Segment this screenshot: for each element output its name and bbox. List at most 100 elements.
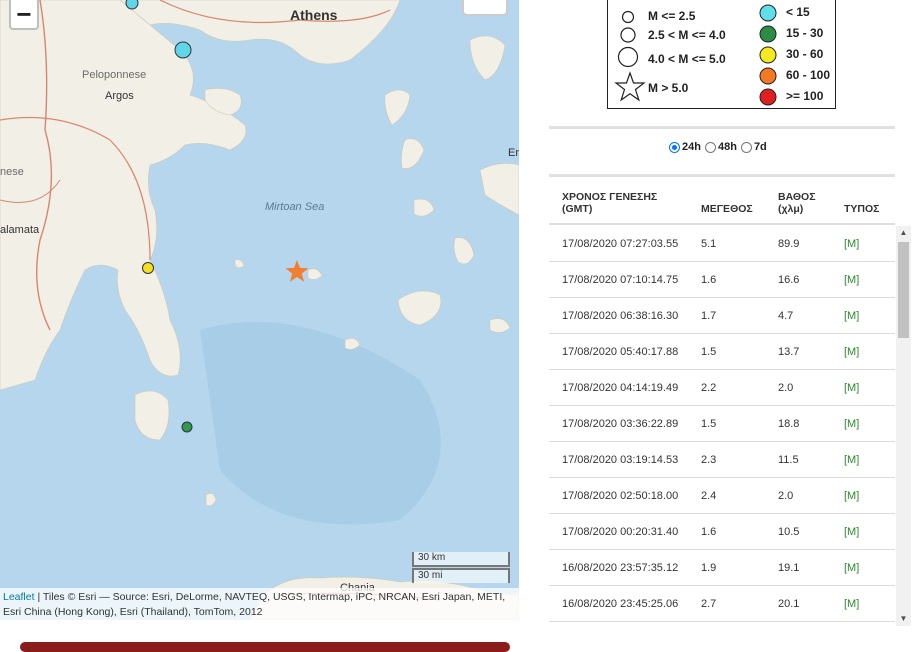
legend-depth-3-icon: [759, 46, 777, 64]
map-tiles: [0, 0, 519, 620]
cell-depth: 19.1: [778, 562, 800, 574]
cell-depth: 4.7: [778, 310, 794, 322]
table-row[interactable]: 16/08/2020 23:45:25.06 2.7 20.1 [M]: [549, 586, 895, 622]
cell-magnitude: 1.6: [701, 274, 717, 286]
scroll-thumb[interactable]: [898, 242, 909, 338]
legend-depth-2: 15 - 30: [786, 26, 824, 40]
table-header: ΧΡΟΝΟΣ ΓΕΝΕΣΗΣ (GMT) ΜΕΓΕΘΟΣ ΒΑΘΟΣ (χλμ) Τ…: [549, 177, 895, 225]
table-row[interactable]: 17/08/2020 07:27:03.55 5.1 89.9 [M]: [549, 226, 895, 262]
earthquake-map[interactable]: Athens Peloponnese Argos Mirtoan Sea ala…: [0, 0, 519, 620]
cell-type[interactable]: [M]: [844, 310, 859, 322]
cell-magnitude: 1.9: [701, 562, 717, 574]
cell-type[interactable]: [M]: [844, 454, 859, 466]
cell-time: 17/08/2020 07:10:14.75: [562, 274, 679, 286]
cell-time: 17/08/2020 03:36:22.89: [562, 418, 679, 430]
legend-mag-3: 4.0 < M <= 5.0: [648, 52, 726, 66]
legend-depth-5: >= 100: [786, 89, 824, 103]
header-type: ΤΥΠΟΣ: [844, 203, 880, 215]
header-time: ΧΡΟΝΟΣ ΓΕΝΕΣΗΣ (GMT): [562, 191, 658, 215]
legend-mag-medium-icon: [620, 27, 636, 43]
cell-magnitude: 1.5: [701, 418, 717, 430]
header-magnitude: ΜΕΓΕΘΟΣ: [701, 203, 753, 215]
cell-time: 17/08/2020 02:50:18.00: [562, 490, 679, 502]
table-row[interactable]: 17/08/2020 05:40:17.88 1.5 13.7 [M]: [549, 334, 895, 370]
legend-mag-star-icon: [614, 71, 646, 102]
scroll-up-icon[interactable]: ▲: [896, 226, 911, 240]
legend-depth-2-icon: [759, 25, 777, 43]
label-argos: Argos: [105, 90, 134, 102]
cell-time: 17/08/2020 03:19:14.53: [562, 454, 679, 466]
cell-magnitude: 1.5: [701, 346, 717, 358]
cell-type[interactable]: [M]: [844, 238, 859, 250]
table-row[interactable]: 17/08/2020 03:36:22.89 1.5 18.8 [M]: [549, 406, 895, 442]
header-depth: ΒΑΘΟΣ (χλμ): [778, 191, 816, 215]
radio-7d-label[interactable]: 7d: [754, 141, 767, 153]
map-attribution: Leaflet | Tiles © Esri — Source: Esri, D…: [0, 588, 519, 620]
cell-depth: 2.0: [778, 382, 794, 394]
legend: M <= 2.5 2.5 < M <= 4.0 4.0 < M <= 5.0 M…: [607, 0, 836, 109]
label-er: Er: [508, 147, 519, 159]
legend-depth-1-icon: [759, 4, 777, 22]
legend-mag-large-icon: [617, 46, 639, 68]
legend-depth-4: 60 - 100: [786, 68, 831, 82]
cell-depth: 16.6: [778, 274, 800, 286]
cell-time: 17/08/2020 05:40:17.88: [562, 346, 679, 358]
cell-type[interactable]: [M]: [844, 382, 859, 394]
zoom-out-button[interactable]: −: [9, 0, 39, 30]
earthquake-table[interactable]: 17/08/2020 07:27:03.55 5.1 89.9 [M] 17/08/20…: [549, 226, 895, 626]
cell-magnitude: 5.1: [701, 238, 717, 250]
layers-control-button[interactable]: [462, 0, 508, 16]
radio-24h[interactable]: [669, 141, 680, 153]
legend-depth-1: < 15: [786, 5, 810, 19]
cell-time: 17/08/2020 00:20:31.40: [562, 526, 679, 538]
divider-top: [549, 126, 895, 129]
table-row[interactable]: 17/08/2020 03:19:14.53 2.3 11.5 [M]: [549, 442, 895, 478]
cell-magnitude: 2.3: [701, 454, 717, 466]
cell-depth: 2.0: [778, 490, 794, 502]
cell-type[interactable]: [M]: [844, 598, 859, 610]
cell-depth: 20.1: [778, 598, 800, 610]
cell-magnitude: 2.4: [701, 490, 717, 502]
cell-depth: 18.8: [778, 418, 800, 430]
table-row[interactable]: 17/08/2020 00:20:31.40 1.6 10.5 [M]: [549, 514, 895, 550]
label-region-nese: nese: [0, 166, 24, 178]
cell-type[interactable]: [M]: [844, 274, 859, 286]
cell-depth: 89.9: [778, 238, 800, 250]
label-peloponnese: Peloponnese: [82, 69, 147, 81]
cell-magnitude: 2.2: [701, 382, 717, 394]
scale-bar-km: 30 km: [412, 552, 510, 567]
legend-depth-3: 30 - 60: [786, 47, 824, 61]
table-row[interactable]: 17/08/2020 02:50:18.00 2.4 2.0 [M]: [549, 478, 895, 514]
time-filter: 24h 48h 7d: [669, 141, 771, 153]
cell-depth: 10.5: [778, 526, 800, 538]
legend-mag-small-icon: [621, 10, 635, 24]
radio-48h-label[interactable]: 48h: [718, 141, 737, 153]
label-mirtoan-sea: Mirtoan Sea: [265, 201, 325, 213]
legend-mag-4: M > 5.0: [648, 81, 689, 95]
bottom-banner: [20, 642, 510, 652]
scroll-down-icon[interactable]: ▼: [896, 612, 911, 626]
cell-type[interactable]: [M]: [844, 562, 859, 574]
table-row[interactable]: 17/08/2020 06:38:16.30 1.7 4.7 [M]: [549, 298, 895, 334]
label-athens: Athens: [290, 7, 338, 23]
legend-mag-1: M <= 2.5: [648, 9, 696, 23]
radio-7d[interactable]: [740, 141, 752, 153]
cell-time: 16/08/2020 23:57:35.12: [562, 562, 679, 574]
cell-time: 16/08/2020 23:45:25.06: [562, 598, 679, 610]
legend-mag-2: 2.5 < M <= 4.0: [648, 28, 726, 42]
table-row[interactable]: 17/08/2020 04:14:19.49 2.2 2.0 [M]: [549, 370, 895, 406]
radio-24h-label[interactable]: 24h: [682, 141, 701, 153]
cell-type[interactable]: [M]: [844, 490, 859, 502]
radio-48h[interactable]: [704, 141, 716, 153]
legend-depth-5-icon: [759, 88, 777, 106]
cell-magnitude: 2.7: [701, 598, 717, 610]
label-kalamata: alamata: [0, 224, 40, 236]
leaflet-link[interactable]: Leaflet: [3, 591, 35, 603]
cell-time: 17/08/2020 07:27:03.55: [562, 238, 679, 250]
cell-type[interactable]: [M]: [844, 418, 859, 430]
table-scrollbar[interactable]: ▲ ▼: [896, 226, 911, 626]
table-row[interactable]: 17/08/2020 07:10:14.75 1.6 16.6 [M]: [549, 262, 895, 298]
cell-type[interactable]: [M]: [844, 526, 859, 538]
cell-type[interactable]: [M]: [844, 346, 859, 358]
table-row[interactable]: 16/08/2020 23:57:35.12 1.9 19.1 [M]: [549, 550, 895, 586]
